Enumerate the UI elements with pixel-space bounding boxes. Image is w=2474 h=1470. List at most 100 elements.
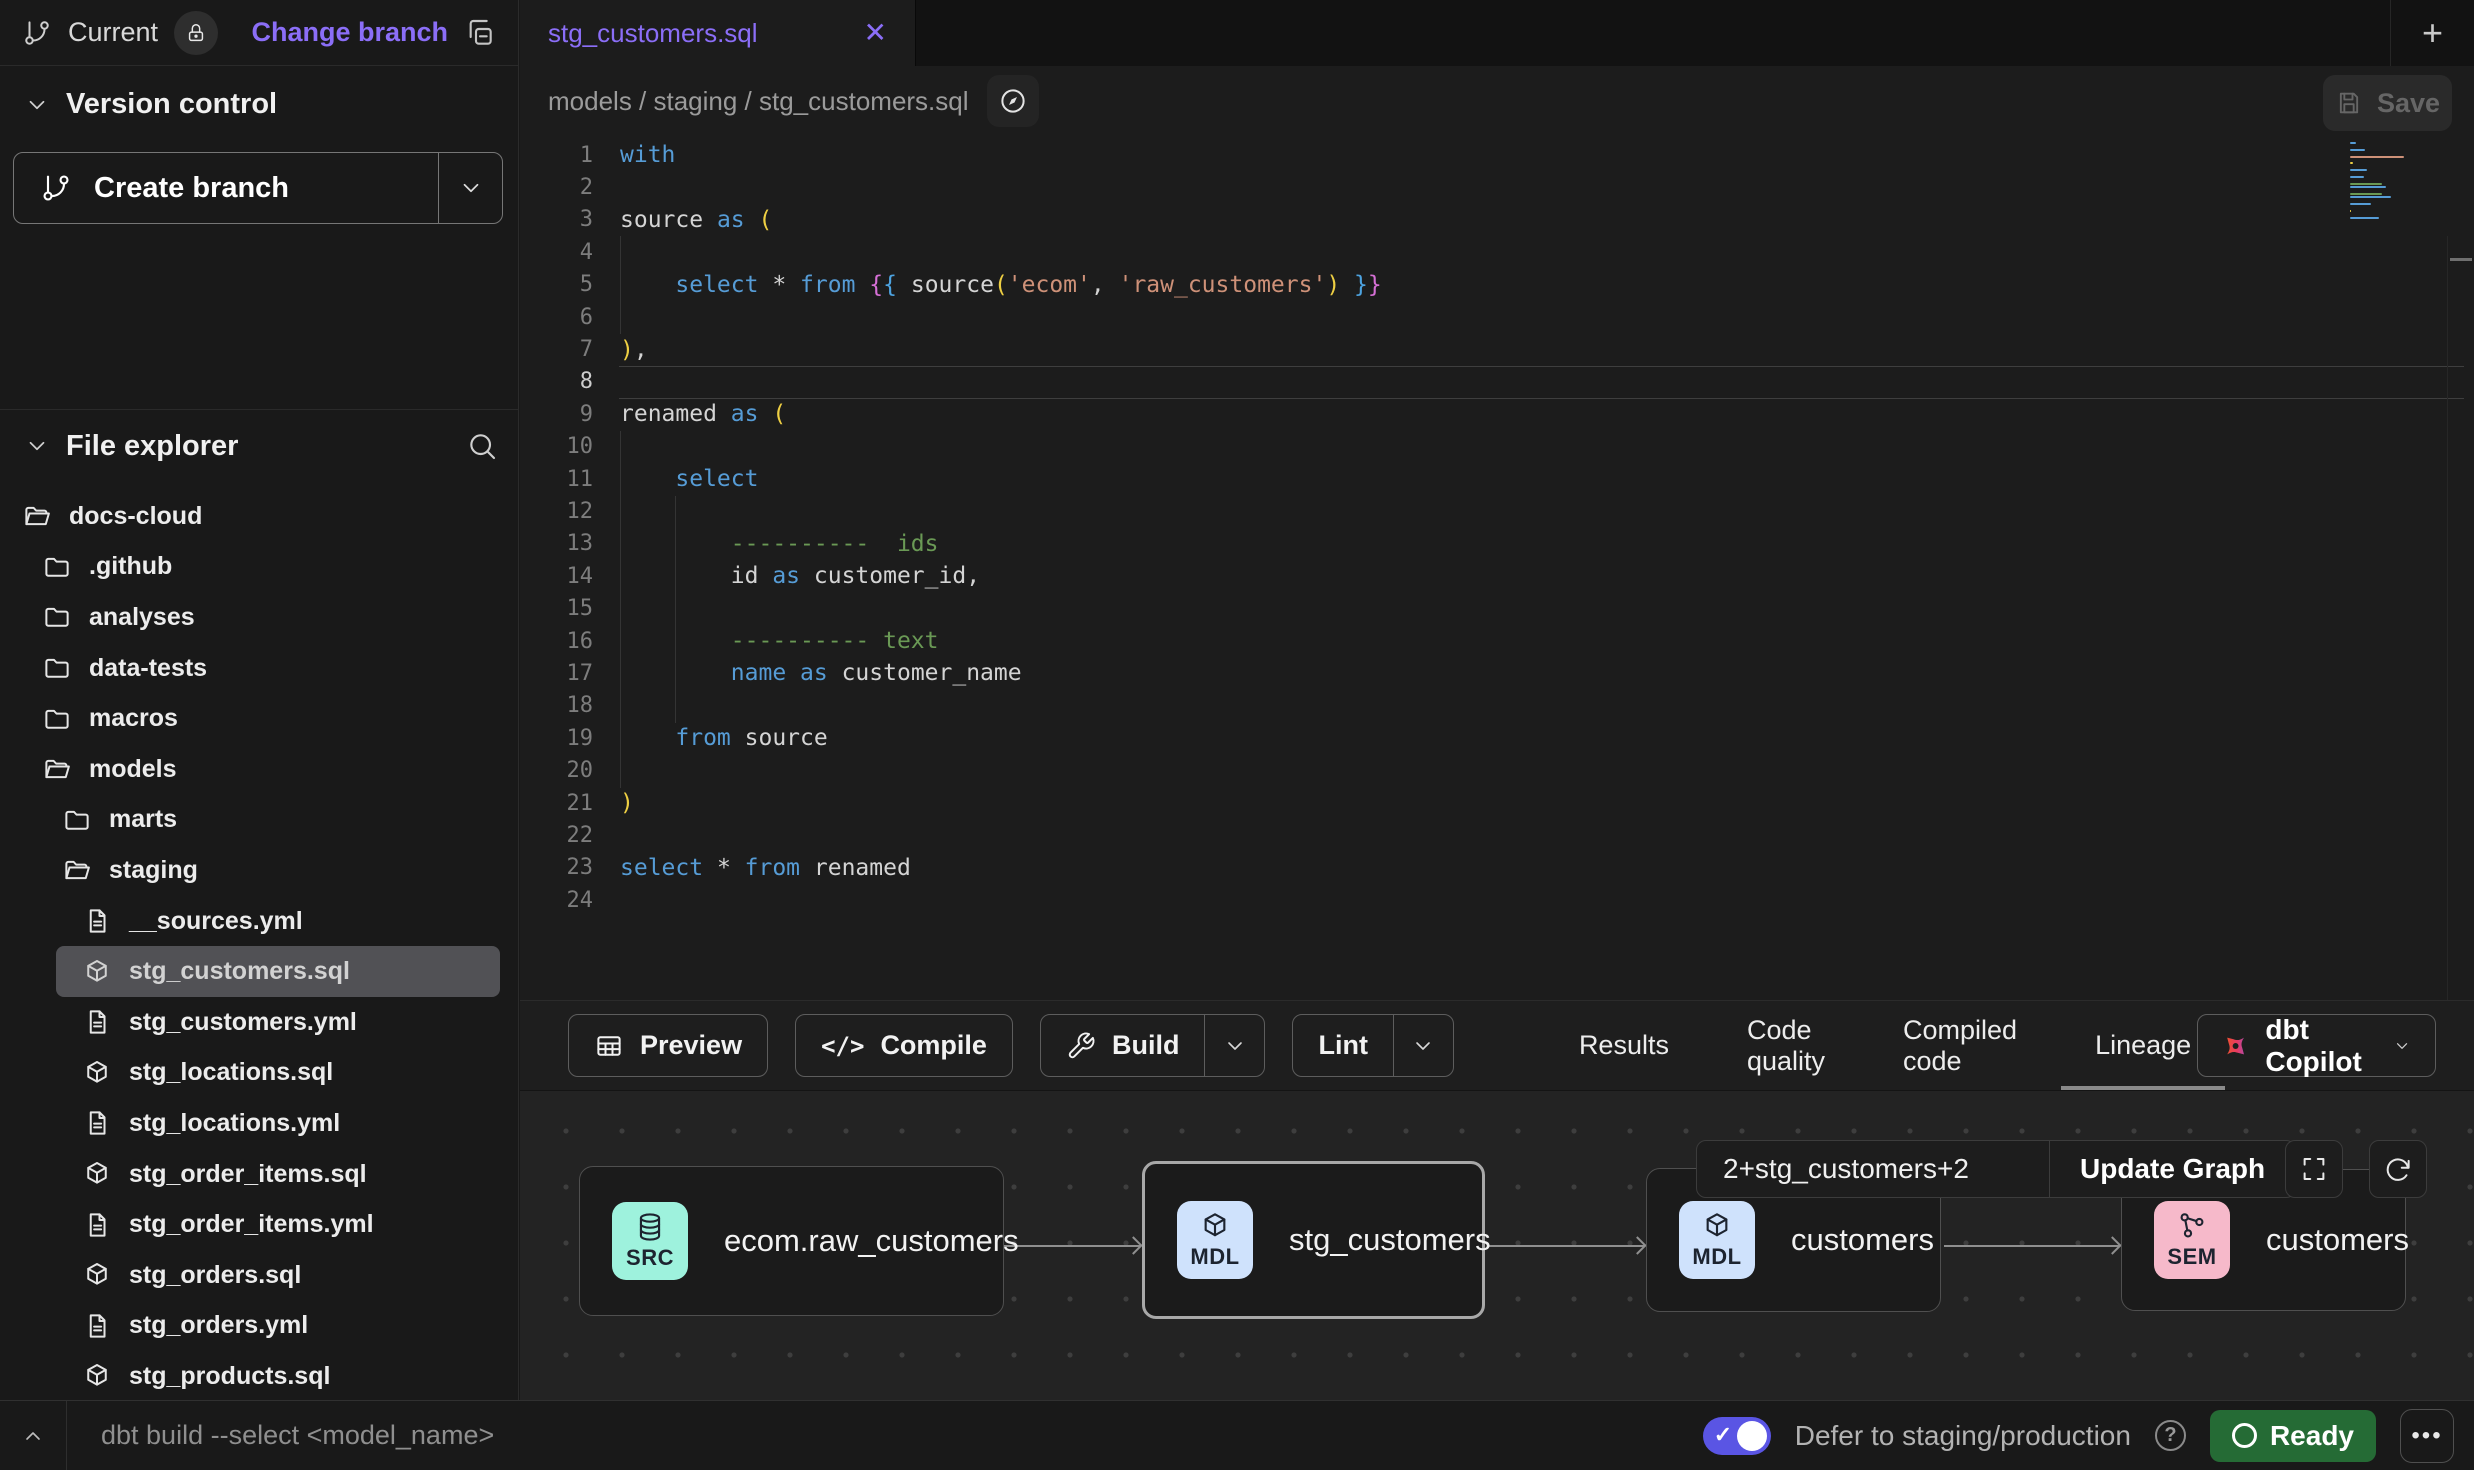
main-panel: stg_customers.sql ✕ + models / staging /… [520,0,2474,1400]
code-line[interactable]: 8 [520,366,2474,398]
copilot-sparkle-icon [2222,1028,2249,1064]
lint-dropdown[interactable] [1393,1015,1453,1076]
file-tree-item[interactable]: stg_customers.sql [56,946,500,997]
lineage-node-stg-customers[interactable]: MDLstg_customers [1142,1161,1485,1319]
defer-label: Defer to staging/production [1795,1420,2131,1452]
code-line[interactable]: 19 from source [520,722,2474,754]
file-name: stg_orders.yml [129,1311,308,1340]
lint-button-main[interactable]: Lint [1293,1015,1392,1076]
file-tree-item[interactable]: stg_customers.yml [0,997,518,1048]
lineage-selector-input[interactable]: 2+stg_customers+2 [1697,1141,2049,1197]
minimap[interactable] [2350,142,2406,223]
code-line[interactable]: 12 [520,495,2474,527]
code-line[interactable]: 10 [520,431,2474,463]
new-tab-button[interactable]: + [2390,0,2474,66]
defer-toggle[interactable]: ✓ [1703,1417,1771,1455]
file-tree-item[interactable]: macros [0,693,518,744]
copilot-compass-button[interactable] [987,75,1039,127]
file-tree-item[interactable]: data-tests [0,643,518,694]
code-line[interactable]: 13 ---------- ids [520,528,2474,560]
file-tree-item[interactable]: stg_order_items.yml [0,1199,518,1250]
command-input[interactable]: dbt build --select <model_name> [101,1420,494,1451]
ready-status-button[interactable]: Ready [2210,1410,2376,1462]
panel-tab-compiled-code[interactable]: Compiled code [1897,1001,2023,1090]
create-branch-button[interactable]: Create branch [13,152,503,224]
code-line[interactable]: 3source as ( [520,204,2474,236]
lint-button[interactable]: Lint [1292,1014,1453,1077]
file-tree-item[interactable]: marts [0,795,518,846]
build-button-main[interactable]: Build [1041,1015,1205,1076]
file-explorer-header[interactable]: File explorer [24,420,498,472]
copy-icon[interactable] [464,17,496,49]
doc-icon [82,906,112,936]
code-line[interactable]: 21) [520,787,2474,819]
code-line[interactable]: 6 [520,301,2474,333]
code-line[interactable]: 15 [520,592,2474,624]
code-line[interactable]: 5 select * from {{ source('ecom', 'raw_c… [520,269,2474,301]
file-tree-item[interactable]: stg_order_items.sql [0,1149,518,1200]
update-graph-button[interactable]: Update Graph [2049,1141,2295,1197]
expand-command-bar-button[interactable] [0,1401,66,1470]
fullscreen-button[interactable] [2285,1140,2343,1198]
file-tree-item[interactable]: __sources.yml [0,896,518,947]
compile-button-main[interactable]: </> Compile [796,1015,1012,1076]
file-tree-item[interactable]: stg_locations.sql [0,1048,518,1099]
file-tree-item[interactable]: .github [0,542,518,593]
build-button[interactable]: Build [1040,1014,1266,1077]
line-number: 5 [520,272,593,297]
more-options-button[interactable]: ••• [2400,1409,2454,1463]
code-line[interactable]: 14 id as customer_id, [520,560,2474,592]
refresh-button[interactable] [2369,1140,2427,1198]
panel-tab-lineage[interactable]: Lineage [2089,1001,2197,1090]
line-number: 3 [520,207,593,232]
code-editor[interactable]: 1with23source as (45 select * from {{ so… [520,136,2474,1000]
change-branch-link[interactable]: Change branch [251,17,448,48]
file-tree-item[interactable]: models [0,744,518,795]
panel-tab-results[interactable]: Results [1573,1001,1675,1090]
preview-button[interactable]: Preview [568,1014,768,1077]
file-tree-item[interactable]: stg_orders.sql [0,1250,518,1301]
code-line[interactable]: 22 [520,819,2474,851]
lineage-panel[interactable]: SRCecom.raw_customers MDLstg_customersMDL… [520,1090,2474,1400]
code-line[interactable]: 16 ---------- text [520,625,2474,657]
code-line[interactable]: 4 [520,236,2474,268]
help-icon[interactable]: ? [2155,1420,2186,1451]
code-line[interactable]: 17 name as customer_name [520,657,2474,689]
compile-label: Compile [880,1030,987,1061]
create-branch-dropdown[interactable] [438,153,502,223]
code-line[interactable]: 1with [520,139,2474,171]
badge-label: MDL [1190,1244,1239,1270]
compass-icon [998,86,1028,116]
create-branch-main[interactable]: Create branch [14,153,438,223]
lineage-node-ecom-raw-customers[interactable]: SRCecom.raw_customers [579,1166,1004,1316]
file-tree-item[interactable]: analyses [0,592,518,643]
code-line[interactable]: 23select * from renamed [520,852,2474,884]
dbt-copilot-button[interactable]: dbt Copilot [2197,1014,2436,1077]
code-line[interactable]: 2 [520,171,2474,203]
scrollbar-thumb[interactable] [2450,258,2472,261]
file-tree-item[interactable]: stg_orders.yml [0,1301,518,1352]
line-number: 12 [520,499,593,524]
file-tree-item[interactable]: staging [0,845,518,896]
save-button[interactable]: Save [2323,75,2452,131]
search-icon[interactable] [466,430,498,462]
tab-stg-customers-sql[interactable]: stg_customers.sql ✕ [520,0,916,66]
code-line[interactable]: 7), [520,333,2474,365]
code-line[interactable]: 24 [520,884,2474,916]
file-tree-item[interactable]: stg_products.sql [0,1351,518,1402]
build-dropdown[interactable] [1204,1015,1264,1076]
compile-button[interactable]: </> Compile [795,1014,1013,1077]
statusbar-right: ✓ Defer to staging/production ? Ready ••… [1703,1409,2474,1463]
version-control-header[interactable]: Version control [24,88,277,121]
close-tab-icon[interactable]: ✕ [864,19,887,47]
panel-tab-code-quality[interactable]: Code quality [1741,1001,1831,1090]
code-line[interactable]: 9renamed as ( [520,398,2474,430]
preview-button-main[interactable]: Preview [569,1015,767,1076]
code-line[interactable]: 20 [520,754,2474,786]
line-number: 1 [520,143,593,168]
file-tree-item[interactable]: stg_locations.yml [0,1098,518,1149]
file-name: stg_locations.sql [129,1058,333,1087]
file-tree-item[interactable]: docs-cloud [0,491,518,542]
code-line[interactable]: 11 select [520,463,2474,495]
code-line[interactable]: 18 [520,690,2474,722]
